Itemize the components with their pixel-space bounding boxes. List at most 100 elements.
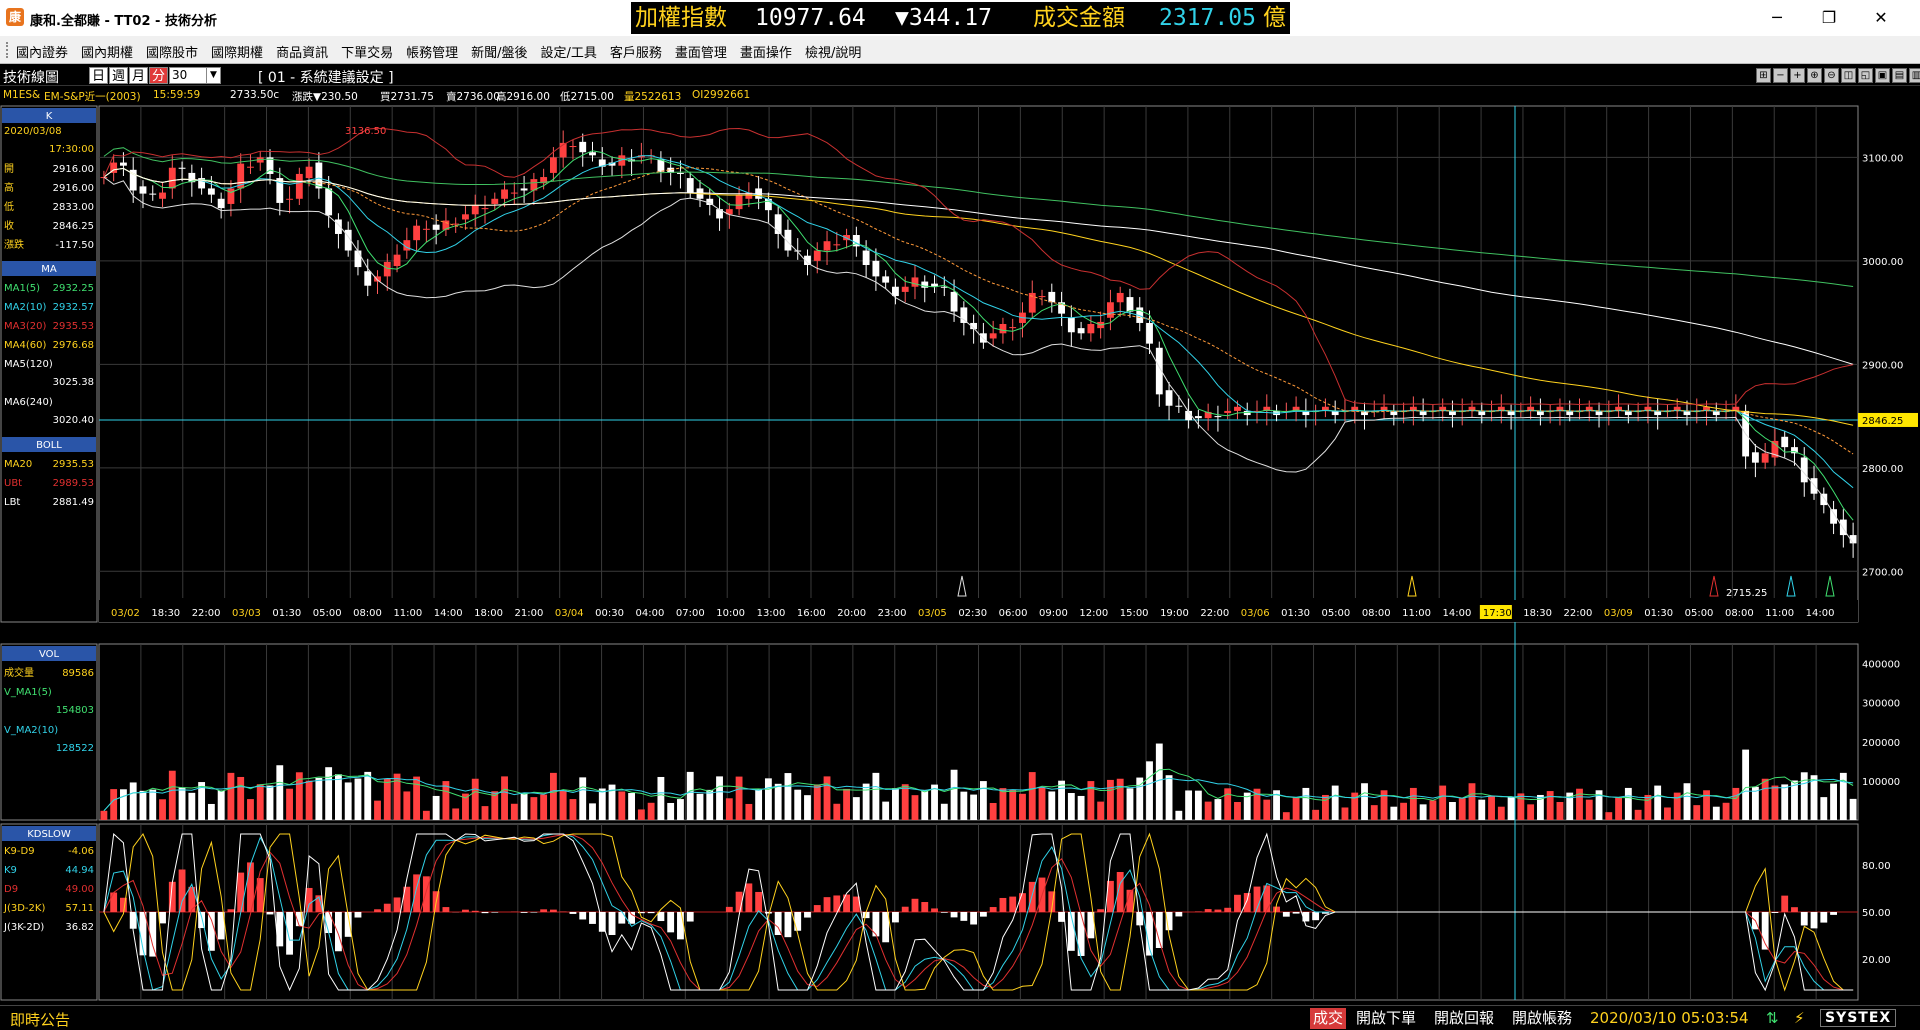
volume-bar (1820, 797, 1828, 820)
period-week-button[interactable]: 週 (109, 67, 128, 84)
volume-bar (979, 781, 987, 820)
candle-body (354, 250, 362, 268)
k-row-value: 2833.00 (53, 202, 94, 213)
setting-label[interactable]: [ 01 - 系統建議設定 ] (258, 67, 394, 87)
ma-row-label: MA4(60) (4, 340, 46, 351)
k-row-label: 高 (4, 181, 14, 194)
volume-bar (1380, 790, 1388, 820)
volume-bar (1165, 775, 1173, 820)
time-tick-label: 19:00 (1160, 608, 1189, 619)
volume-bar (1693, 805, 1701, 820)
kd-histogram-bar (725, 906, 733, 912)
volume-bar (1204, 801, 1212, 820)
menu-item-2[interactable]: 國際股市 (146, 42, 198, 61)
kd-histogram-bar (188, 886, 196, 912)
menu-item-9[interactable]: 客戶服務 (610, 42, 662, 61)
volume-bar (569, 799, 577, 820)
volume-bar (1634, 809, 1642, 820)
candle-body (1194, 416, 1202, 419)
kd-histogram-bar (950, 912, 958, 918)
time-tick-label: 01:30 (272, 608, 301, 619)
period-month-button[interactable]: 月 (129, 67, 148, 84)
candle-body (501, 189, 508, 199)
volume-bar (1800, 772, 1808, 820)
menu-item-8[interactable]: 設定/工具 (541, 42, 597, 61)
signal-marker-icon (1709, 575, 1719, 597)
volume-bar (120, 789, 127, 820)
minimize-button[interactable]: ─ (1762, 6, 1792, 30)
open-account-button[interactable]: 開啟帳務 (1509, 1008, 1575, 1029)
volume-bar (725, 798, 733, 820)
candle-body (989, 333, 997, 339)
volume-bar (1194, 790, 1202, 820)
ma-row-value: 3020.40 (53, 415, 94, 426)
kd-histogram-bar (178, 869, 186, 912)
volume-bar (1312, 809, 1320, 820)
interval-select[interactable]: 30 ▼ (169, 67, 221, 84)
menu-item-6[interactable]: 帳務管理 (406, 42, 458, 61)
chart-tool-6-icon[interactable]: ◱ (1858, 68, 1873, 83)
kd-histogram-bar (569, 912, 577, 914)
restore-button[interactable]: ❐ (1814, 6, 1844, 30)
kd-histogram-bar (579, 912, 587, 920)
period-minute-button[interactable]: 分 (149, 67, 168, 84)
volume-bar (168, 770, 176, 820)
volume-bar (950, 769, 958, 820)
menu-item-10[interactable]: 畫面管理 (675, 42, 727, 61)
chart-tool-7-icon[interactable]: ▣ (1875, 68, 1890, 83)
volume-bar (1517, 793, 1525, 820)
menu-bar: 國內證券 國內期權 國際股市 國際期權 商品資訊 下單交易 帳務管理 新聞/盤後 設定/工具 客戶… (0, 36, 1920, 64)
volume-bar (1507, 797, 1515, 820)
menu-item-12[interactable]: 檢視/說明 (805, 42, 861, 61)
quote-low: 低2715.00 (560, 91, 614, 103)
candle-body (491, 198, 499, 204)
kd-row-value: -4.06 (68, 846, 94, 857)
menu-item-0[interactable]: 國內證券 (16, 42, 68, 61)
kd-histogram-bar (1234, 894, 1241, 912)
menu-item-7[interactable]: 新聞/盤後 (471, 42, 527, 61)
candle-body (168, 167, 176, 189)
kd-histogram-bar (286, 912, 293, 955)
menu-item-11[interactable]: 畫面操作 (740, 42, 792, 61)
candle-body (1087, 323, 1095, 334)
period-day-button[interactable]: 日 (89, 67, 108, 84)
volume-bar (1224, 788, 1232, 820)
kd-histogram-bar (833, 895, 841, 912)
menu-item-1[interactable]: 國內期權 (81, 42, 133, 61)
chart-tool-8-icon[interactable]: ▤ (1892, 68, 1907, 83)
candle-body (1751, 452, 1759, 463)
chart-tool-4-icon[interactable]: ⊖ (1824, 68, 1839, 83)
kd-histogram-bar (901, 906, 909, 912)
kd-panel-header: KDSLOW (27, 829, 71, 840)
chart-tool-1-icon[interactable]: − (1773, 68, 1788, 83)
kd-histogram-bar (334, 912, 342, 952)
kd-histogram-bar (207, 912, 215, 951)
quote-bid: 買2731.75 (380, 91, 434, 103)
volume-bar (852, 797, 860, 820)
price-low-label: 2715.25 (1726, 588, 1767, 599)
chart-tool-2-icon[interactable]: + (1790, 68, 1805, 83)
candle-body (325, 188, 333, 216)
candle-body (686, 178, 694, 193)
candle-body (813, 250, 821, 261)
kd-histogram-bar (471, 910, 479, 912)
announcement-label[interactable]: 即時公告 (10, 1009, 70, 1030)
menu-item-5[interactable]: 下單交易 (341, 42, 393, 61)
open-report-button[interactable]: 開啟回報 (1431, 1008, 1497, 1029)
k-row-label: 低 (4, 200, 14, 213)
close-button[interactable]: ✕ (1866, 6, 1896, 30)
menu-item-3[interactable]: 國際期權 (211, 42, 263, 61)
candle-body (227, 188, 235, 204)
chart-tool-9-icon[interactable]: ▥ (1909, 68, 1920, 83)
chart-tool-0-icon[interactable]: ⊞ (1756, 68, 1771, 83)
volume-bar (1556, 802, 1564, 820)
menu-item-4[interactable]: 商品資訊 (276, 42, 328, 61)
technical-chart[interactable]: 3100.00 3000.00 2900.00 2800.00 2700.00 2846.… (0, 104, 1920, 1005)
volume-bar (1781, 784, 1789, 820)
chart-tool-5-icon[interactable]: ◫ (1841, 68, 1856, 83)
price-tick-label: 3000.00 (1862, 257, 1903, 268)
kd-histogram-bar (1009, 896, 1017, 912)
open-order-button[interactable]: 開啟下單 (1353, 1008, 1419, 1029)
trade-badge[interactable]: 成交 (1310, 1008, 1347, 1029)
chart-tool-3-icon[interactable]: ⊕ (1807, 68, 1822, 83)
